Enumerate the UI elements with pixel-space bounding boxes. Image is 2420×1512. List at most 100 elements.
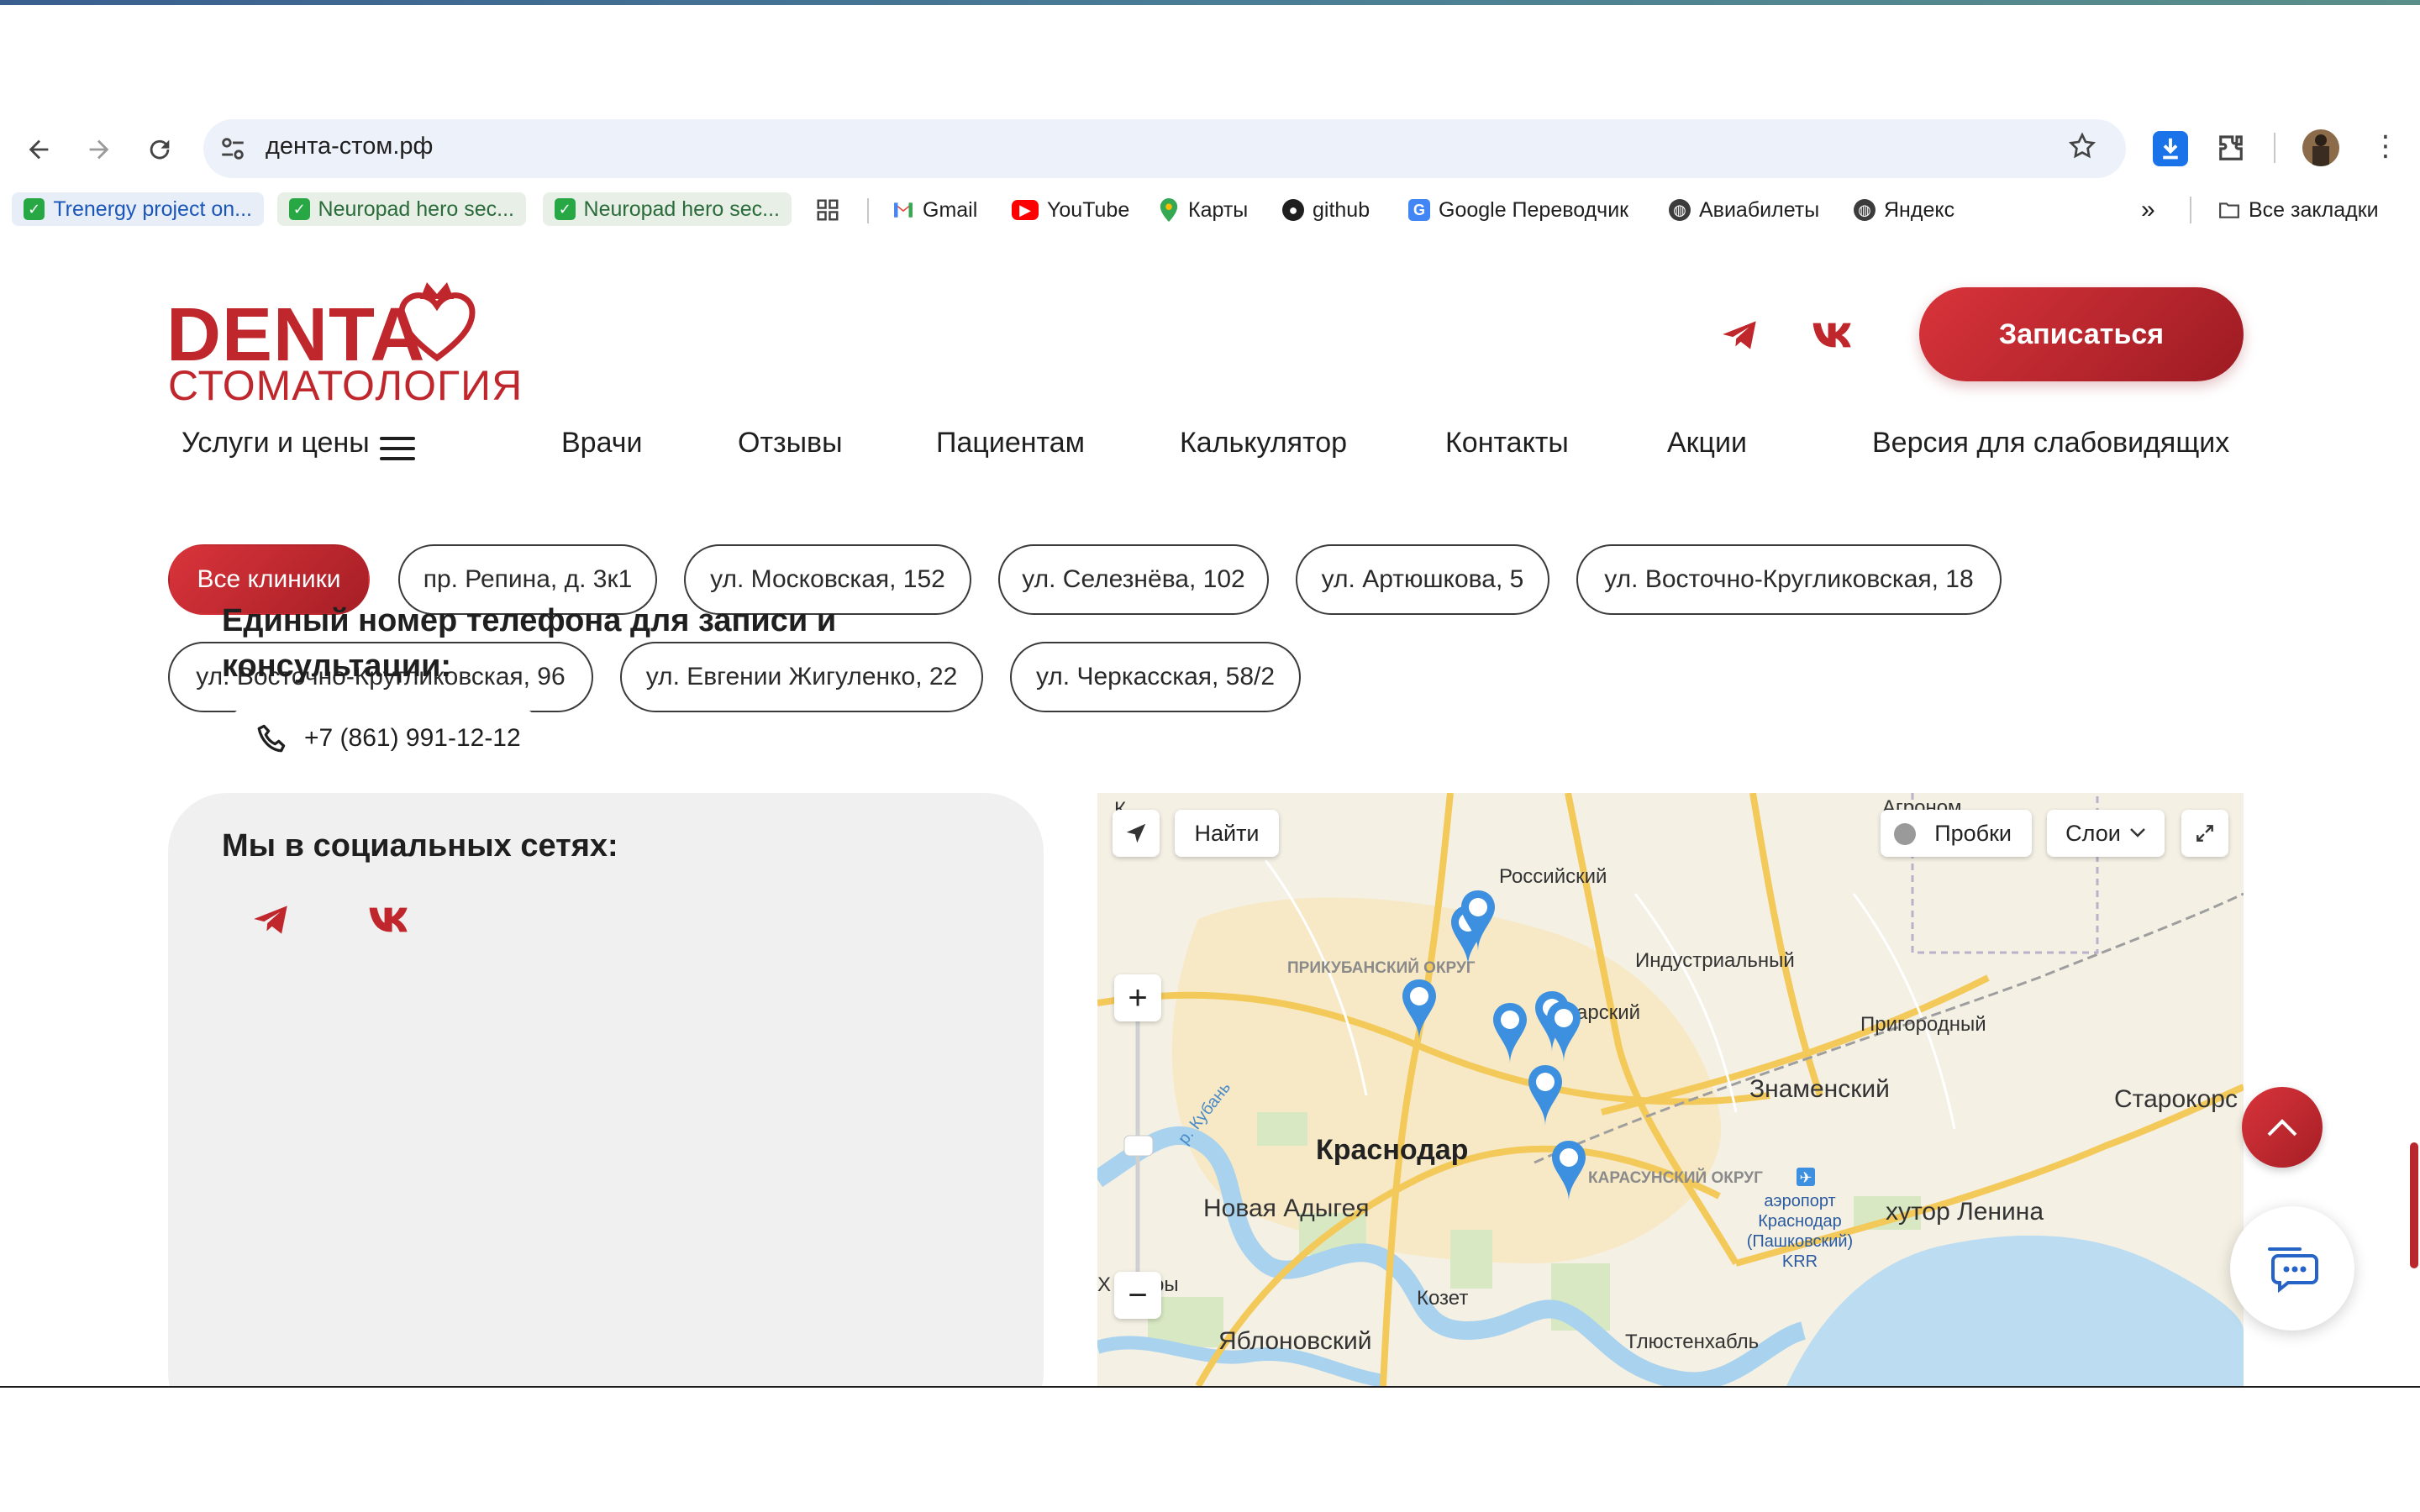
bookmark-yandex[interactable]: ◍ Яндекс: [1854, 195, 1954, 225]
map-label-tlyustenkhabl: Тлюстенхабль: [1625, 1331, 1760, 1353]
more-bookmarks-chevron-icon[interactable]: »: [2141, 195, 2155, 225]
extensions-puzzle-icon[interactable]: [2213, 131, 2249, 166]
scroll-to-top-button[interactable]: [2242, 1087, 2323, 1168]
back-icon[interactable]: [15, 126, 62, 173]
logo-crown-heart-icon: [395, 274, 479, 366]
page-scrollbar-thumb[interactable]: [2410, 1142, 2418, 1268]
menu-calculator[interactable]: Калькулятор: [1180, 427, 1347, 459]
map-label-karasunsky: КАРАСУНСКИЙ ОКРУГ: [1588, 1169, 1763, 1187]
map-label-znamensky: Знаменский: [1749, 1075, 1890, 1103]
map-label-khutor-lenina: хутор Ленина: [1886, 1198, 2044, 1226]
chevron-up-icon: [2267, 1119, 2297, 1137]
map-traffic-button[interactable]: Пробки: [1881, 810, 2032, 857]
chevron-down-icon: [2129, 828, 2145, 837]
bookmark-github[interactable]: ● github: [1282, 195, 1370, 225]
map-label-kozet: Козет: [1417, 1287, 1469, 1310]
hamburger-menu-icon[interactable]: [380, 437, 415, 460]
maps-pin-icon: [1158, 198, 1180, 222]
clinic-map-pin[interactable]: [1524, 1062, 1566, 1129]
bookmark-gmail[interactable]: Gmail: [892, 195, 977, 225]
forward-icon[interactable]: [76, 126, 123, 173]
clinic-map-pin[interactable]: [1548, 1137, 1590, 1205]
bookmark-google-translate[interactable]: G Google Переводчик: [1408, 195, 1628, 225]
bookmark-neuropad-1[interactable]: ✓ Neuropad hero sec...: [277, 192, 526, 226]
menu-contacts[interactable]: Контакты: [1445, 427, 1569, 459]
folder-icon: [2218, 199, 2240, 221]
map-find-button[interactable]: Найти: [1175, 810, 1279, 857]
vk-icon[interactable]: [366, 899, 413, 946]
clinic-map-pin[interactable]: [1543, 998, 1585, 1065]
book-appointment-button[interactable]: Записаться: [1919, 287, 2244, 381]
contact-title: Единый номер телефона для записи и консу…: [222, 603, 837, 684]
clinic-map-pin[interactable]: [1398, 976, 1440, 1043]
map-canvas: ✈: [1097, 793, 2244, 1386]
chip-clinic-cherkasskaya[interactable]: ул. Черкасская, 58/2: [1010, 642, 1301, 712]
bookmark-neuropad-2[interactable]: ✓ Neuropad hero sec...: [543, 192, 792, 226]
map-label-novaya-adygeya: Новая Адыгея: [1203, 1194, 1370, 1222]
phone-icon: [257, 724, 286, 753]
check-icon: ✓: [555, 198, 576, 220]
bookmark-maps[interactable]: Карты: [1158, 195, 1248, 225]
chip-clinic-artyushkova[interactable]: ул. Артюшкова, 5: [1296, 544, 1549, 615]
map-label-prikubansky: ПРИКУБАНСКИЙ ОКРУГ: [1287, 959, 1476, 977]
contact-card: [168, 793, 1044, 1386]
desktop-area-below-window: [0, 1386, 2420, 1512]
bookmark-youtube[interactable]: ▶ YouTube: [1012, 195, 1129, 225]
check-icon: ✓: [24, 198, 45, 220]
reload-icon[interactable]: [136, 126, 183, 173]
vk-icon[interactable]: [1810, 314, 1857, 361]
browser-menu-icon[interactable]: ⋮: [2371, 129, 2400, 163]
telegram-icon[interactable]: [1719, 314, 1766, 361]
map-label-airport: аэропорт Краснодар (Пашковский) KRR: [1746, 1192, 1854, 1271]
gmail-icon: [892, 199, 914, 221]
bookmark-trenergy[interactable]: ✓ Trenergy project on...: [12, 192, 264, 226]
menu-doctors[interactable]: Врачи: [561, 427, 642, 459]
bookmark-flights[interactable]: ◍ Авиабилеты: [1669, 195, 1819, 225]
map-label-yablonovsky: Яблоновский: [1218, 1327, 1372, 1355]
check-icon: ✓: [289, 198, 310, 220]
telegram-icon[interactable]: [250, 899, 297, 946]
bookmarks-divider: [867, 198, 869, 223]
map-label-kh: Х: [1097, 1273, 1112, 1296]
url-text[interactable]: дента-стом.рф: [266, 133, 433, 160]
logo-sub-text: СТОМАТОЛОГИЯ: [168, 362, 523, 409]
all-bookmarks-button[interactable]: Все закладки: [2218, 195, 2379, 225]
menu-services[interactable]: Услуги и цены: [182, 427, 370, 459]
social-title: Мы в социальных сетях:: [222, 828, 618, 864]
chat-bubble-icon: [2268, 1247, 2318, 1294]
site-settings-icon[interactable]: [218, 134, 247, 163]
map-label-prigorodny: Пригородный: [1860, 1013, 1986, 1036]
clinic-map-pin[interactable]: [1457, 887, 1499, 954]
address-bar[interactable]: [203, 119, 2126, 178]
chat-widget-button[interactable]: [2230, 1206, 2354, 1331]
svg-text:✈: ✈: [1799, 1169, 1812, 1187]
zoom-out-button[interactable]: −: [1114, 1272, 1161, 1319]
map-label-starokorsunskaya: Старокорс: [2114, 1085, 2238, 1113]
map-label-rossiyskiy: Российский: [1499, 865, 1607, 888]
clinic-map-pin[interactable]: [1489, 1000, 1531, 1067]
bookmarks-divider: [2190, 197, 2191, 223]
download-extension-icon[interactable]: [2153, 131, 2188, 166]
geolocation-icon[interactable]: [1113, 810, 1160, 857]
menu-reviews[interactable]: Отзывы: [738, 427, 843, 459]
map-label-krasnodar: Краснодар: [1316, 1134, 1469, 1166]
menu-accessible-version[interactable]: Версия для слабовидящих: [1872, 427, 2229, 459]
menu-promos[interactable]: Акции: [1667, 427, 1747, 459]
translate-icon: G: [1408, 199, 1430, 221]
menu-patients[interactable]: Пациентам: [936, 427, 1085, 459]
chip-clinic-seleznyova[interactable]: ул. Селезнёва, 102: [998, 544, 1269, 615]
toolbar-divider: [2274, 133, 2275, 163]
profile-avatar[interactable]: [2302, 129, 2339, 166]
youtube-icon: ▶: [1012, 200, 1039, 220]
globe-icon: ◍: [1669, 199, 1691, 221]
map-layers-button[interactable]: Слои: [2047, 810, 2165, 857]
clinics-map[interactable]: ✈ К Агроном Российский Индустриальный ПР…: [1097, 793, 2244, 1386]
globe-icon: ◍: [1854, 199, 1876, 221]
zoom-in-button[interactable]: +: [1114, 974, 1161, 1021]
fullscreen-icon[interactable]: [2181, 810, 2228, 857]
apps-grid-icon[interactable]: [815, 195, 840, 225]
webpage: DENTA СТОМАТОЛОГИЯ Записаться Услуги и ц…: [0, 244, 2420, 1386]
phone-number[interactable]: +7 (861) 991-12-12: [304, 724, 521, 753]
bookmark-star-icon[interactable]: [2067, 131, 2097, 170]
chip-clinic-vk-18[interactable]: ул. Восточно-Кругликовская, 18: [1576, 544, 2002, 615]
